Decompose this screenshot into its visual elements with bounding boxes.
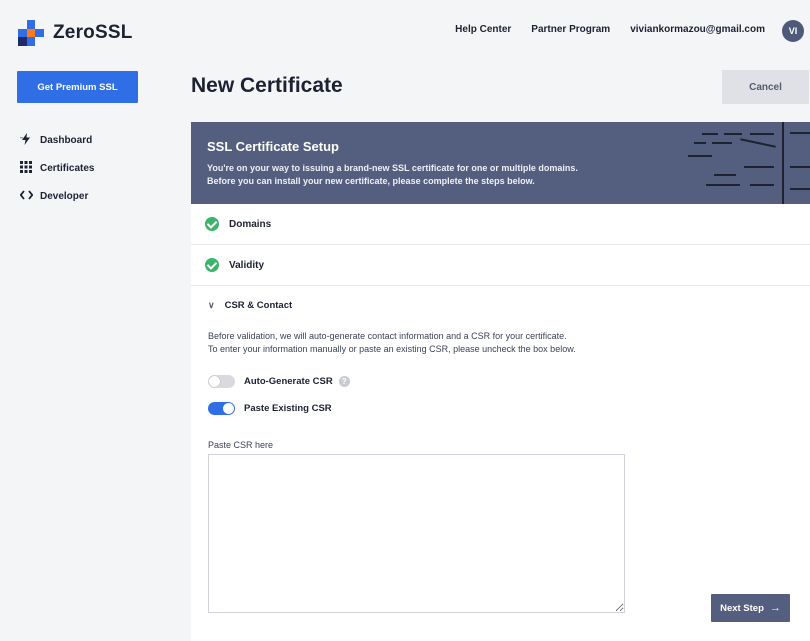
help-center-link[interactable]: Help Center (455, 24, 511, 35)
auto-generate-csr-row: Auto-Generate CSR ? (208, 372, 810, 390)
certificate-setup-panel: SSL Certificate Setup You're on your way… (191, 122, 810, 641)
top-header: ZeroSSL Help Center Partner Program vivi… (0, 0, 810, 62)
lightning-icon (19, 132, 33, 148)
header-decoration (680, 122, 810, 204)
csr-desc-line2: To enter your information manually or pa… (208, 344, 576, 354)
arrow-right-icon: → (769, 602, 781, 614)
paste-csr-textarea[interactable] (208, 454, 625, 613)
sidebar-item-label: Certificates (40, 162, 95, 174)
top-nav: Help Center Partner Program viviankormaz… (455, 24, 773, 35)
partner-program-link[interactable]: Partner Program (531, 24, 610, 35)
auto-generate-csr-toggle[interactable] (208, 374, 235, 388)
step-label: Validity (229, 259, 265, 271)
sidebar-item-developer[interactable]: Developer (19, 182, 94, 210)
sidebar-item-certificates[interactable]: Certificates (19, 154, 94, 182)
page-title: New Certificate (191, 74, 343, 97)
grid-dots-icon (19, 160, 33, 176)
account-email[interactable]: viviankormazou@gmail.com (630, 24, 765, 35)
sidebar-nav: Dashboard Certificates Developer (19, 126, 94, 210)
cancel-button[interactable]: Cancel (722, 70, 809, 104)
help-icon[interactable]: ? (338, 375, 350, 387)
setup-header: SSL Certificate Setup You're on your way… (191, 122, 810, 204)
avatar[interactable]: VI (782, 20, 804, 42)
next-step-label: Next Step (720, 602, 764, 614)
get-premium-ssl-button[interactable]: Get Premium SSL (17, 71, 138, 103)
check-circle-icon (205, 258, 219, 272)
step-label: Domains (229, 218, 272, 230)
paste-existing-csr-label: Paste Existing CSR (244, 402, 332, 414)
sidebar-item-dashboard[interactable]: Dashboard (19, 126, 94, 154)
csr-contact-section: ∨ CSR & Contact Before validation, we wi… (191, 286, 810, 613)
zerossl-logo-icon (18, 20, 44, 46)
chevron-down-icon: ∨ (208, 299, 215, 310)
check-circle-icon (205, 217, 219, 231)
csr-desc-line1: Before validation, we will auto-generate… (208, 331, 567, 341)
app-name: ZeroSSL (53, 22, 133, 43)
sidebar-item-label: Dashboard (40, 134, 93, 146)
auto-generate-csr-label: Auto-Generate CSR (244, 375, 333, 387)
code-brackets-icon (19, 189, 33, 204)
csr-section-toggle[interactable]: ∨ CSR & Contact (208, 298, 810, 312)
sidebar-item-label: Developer (40, 190, 89, 202)
paste-existing-csr-toggle[interactable] (208, 401, 235, 415)
step-domains[interactable]: Domains (191, 204, 810, 245)
zerossl-logo[interactable]: ZeroSSL (18, 20, 133, 46)
step-validity[interactable]: Validity (191, 245, 810, 286)
paste-csr-label: Paste CSR here (208, 440, 274, 450)
paste-existing-csr-row: Paste Existing CSR (208, 399, 810, 417)
csr-section-title: CSR & Contact (224, 299, 293, 311)
next-step-button[interactable]: Next Step → (711, 594, 790, 622)
csr-description: Before validation, we will auto-generate… (208, 330, 810, 356)
